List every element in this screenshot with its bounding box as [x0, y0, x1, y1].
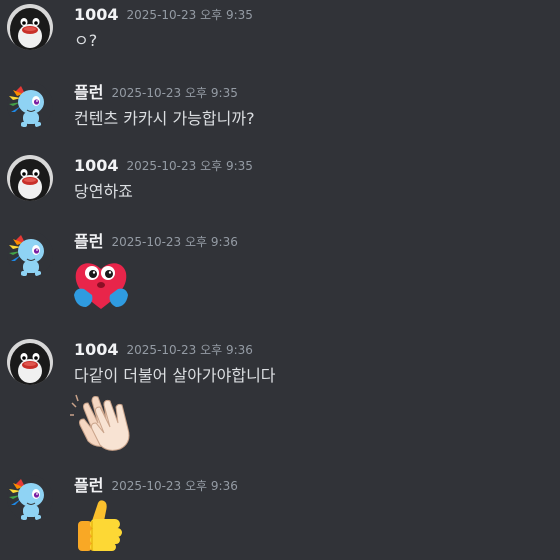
message-text: 당연하죠 [74, 182, 133, 201]
clapping-hands-emoji [70, 389, 132, 451]
timestamp: 2025-10-23 오후 9:36 [111, 235, 238, 249]
message-text: ㅇ? [74, 31, 98, 50]
message-header: 1004 2025-10-23 오후 9:35 [74, 155, 253, 177]
username[interactable]: 1004 [74, 156, 119, 175]
thumbs-up-emoji [70, 497, 132, 559]
timestamp: 2025-10-23 오후 9:35 [111, 86, 238, 100]
penguin-avatar[interactable] [7, 4, 53, 50]
pony-avatar[interactable] [7, 82, 53, 128]
message-header: 플런 2025-10-23 오후 9:35 [74, 82, 238, 104]
penguin-avatar[interactable] [7, 339, 53, 385]
message-text: 컨텐츠 카카시 가능합니까? [74, 109, 255, 128]
penguin-avatar[interactable] [7, 155, 53, 201]
heart-hug-emoji [70, 253, 132, 315]
pony-avatar[interactable] [7, 231, 53, 277]
pony-avatar[interactable] [7, 475, 53, 521]
message-header: 1004 2025-10-23 오후 9:36 [74, 339, 253, 361]
username[interactable]: 1004 [74, 340, 119, 359]
timestamp: 2025-10-23 오후 9:35 [126, 159, 253, 173]
username[interactable]: 플런 [74, 83, 103, 102]
username[interactable]: 1004 [74, 5, 119, 24]
timestamp: 2025-10-23 오후 9:36 [126, 343, 253, 357]
message-header: 플런 2025-10-23 오후 9:36 [74, 231, 238, 253]
message-header: 플런 2025-10-23 오후 9:36 [74, 475, 238, 497]
username[interactable]: 플런 [74, 476, 103, 495]
message-header: 1004 2025-10-23 오후 9:35 [74, 4, 253, 26]
timestamp: 2025-10-23 오후 9:36 [111, 479, 238, 493]
timestamp: 2025-10-23 오후 9:35 [126, 8, 253, 22]
message-text: 다같이 더불어 살아가야합니다 [74, 366, 276, 385]
username[interactable]: 플런 [74, 232, 103, 251]
